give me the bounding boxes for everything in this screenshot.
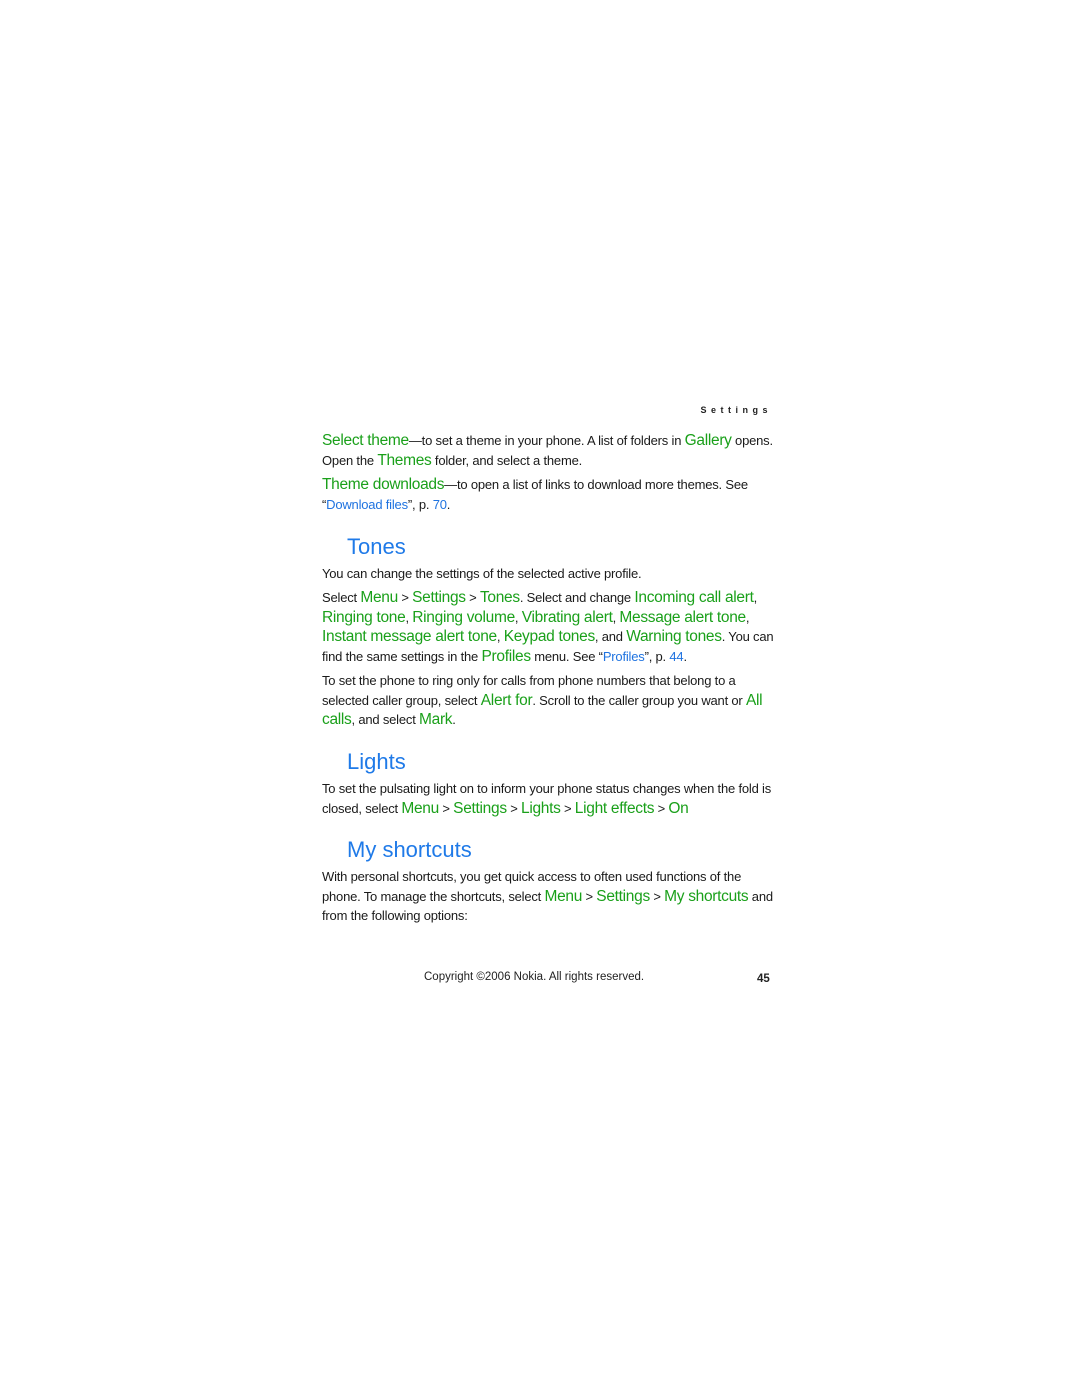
text: , [745, 609, 750, 625]
term-alert-for: Alert for [480, 691, 533, 709]
link-download-files[interactable]: Download files [326, 497, 408, 512]
term-themes: Themes [377, 451, 432, 469]
term-gallery: Gallery [684, 432, 732, 449]
paragraph-select-theme: Select theme—to set a theme in your phon… [322, 431, 777, 470]
term-menu: Menu [544, 887, 583, 905]
term-vibrating-alert: Vibrating alert [521, 608, 613, 626]
paragraph-lights: To set the pulsating light on to inform … [322, 779, 777, 818]
text: , [496, 629, 504, 644]
text: > [465, 590, 480, 605]
term-menu: Menu [401, 799, 439, 817]
term-message-alert-tone: Message alert tone [619, 608, 746, 626]
text: , and select [351, 712, 420, 727]
text: . [452, 712, 456, 727]
link-page-70[interactable]: 70 [433, 497, 447, 512]
term-mark: Mark [419, 711, 453, 728]
text: , and [594, 629, 627, 644]
term-lights: Lights [521, 799, 561, 817]
paragraph-shortcuts: With personal shortcuts, you get quick a… [322, 867, 777, 926]
text: menu. See “ [530, 648, 603, 664]
term-ringing-tone: Ringing tone [322, 608, 406, 626]
term-incoming-call-alert: Incoming call alert [634, 589, 754, 606]
text: > [397, 590, 413, 605]
text: , [753, 590, 758, 605]
heading-lights: Lights [347, 749, 406, 774]
running-head: Settings [700, 405, 772, 415]
term-ringing-volume: Ringing volume [412, 608, 515, 626]
term-keypad-tones: Keypad tones [503, 628, 596, 645]
text: folder, and select a theme. [431, 452, 583, 468]
text: ”, p. [644, 648, 670, 664]
term-tones: Tones [479, 589, 520, 606]
text: > [560, 800, 575, 816]
text: > [649, 888, 665, 904]
term-settings: Settings [412, 589, 466, 606]
text: > [438, 800, 454, 816]
text: —to set a theme in your phone. A list of… [408, 433, 685, 448]
text: > [582, 888, 597, 904]
paragraph-theme-downloads: Theme downloads—to open a list of links … [322, 475, 777, 514]
text: > [506, 800, 521, 816]
term-instant-message-alert-tone: Instant message alert tone [322, 628, 497, 645]
term-theme-downloads: Theme downloads [322, 476, 445, 493]
link-profiles[interactable]: Profiles [603, 649, 645, 664]
term-settings: Settings [596, 887, 650, 905]
text: , [514, 609, 522, 625]
heading-my-shortcuts: My shortcuts [347, 837, 472, 862]
text: . [446, 496, 451, 512]
text: . Scroll to the caller group you want or [532, 692, 746, 708]
text: ”, p. [407, 496, 433, 512]
text: . Select and change [519, 590, 635, 605]
text: > [654, 800, 669, 816]
paragraph-tones-select: Select Menu > Settings > Tones. Select a… [322, 588, 777, 666]
term-profiles: Profiles [481, 647, 531, 665]
term-menu: Menu [360, 589, 398, 606]
heading-tones: Tones [347, 534, 406, 559]
page-number: 45 [757, 973, 770, 985]
link-page-44[interactable]: 44 [669, 649, 683, 664]
term-warning-tones: Warning tones [626, 628, 722, 645]
term-settings: Settings [453, 799, 507, 817]
text: Select [322, 590, 361, 605]
term-on: On [668, 799, 689, 817]
copyright-footer: Copyright ©2006 Nokia. All rights reserv… [424, 971, 645, 983]
term-light-effects: Light effects [574, 799, 655, 817]
paragraph-tones-intro: You can change the settings of the selec… [322, 566, 642, 581]
text: . [683, 648, 687, 664]
term-select-theme: Select theme [322, 432, 409, 449]
paragraph-alert-for: To set the phone to ring only for calls … [322, 671, 777, 730]
term-my-shortcuts: My shortcuts [664, 887, 749, 905]
